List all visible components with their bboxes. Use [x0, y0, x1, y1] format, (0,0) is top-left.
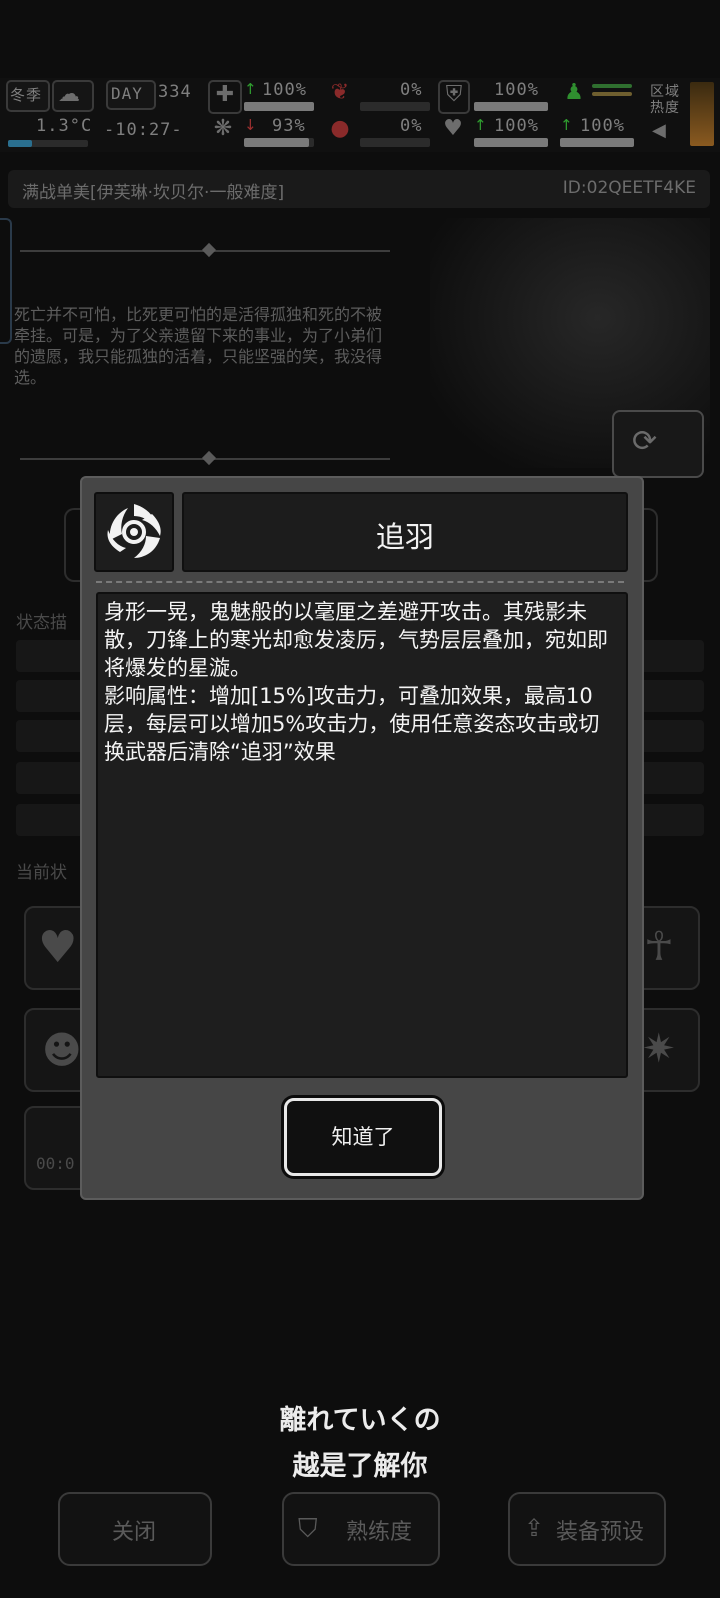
- zone-heat-label: 区域 热度: [650, 84, 680, 116]
- armor-bar: [474, 102, 548, 111]
- equipment-preset-button[interactable]: ⇪ 装备预设: [508, 1492, 666, 1566]
- armor-icon: ⛨: [438, 80, 470, 114]
- temperature-readout: 1.3°C: [36, 116, 93, 136]
- close-button-label: 关闭: [112, 1520, 157, 1545]
- brain-icon: ❋: [213, 116, 233, 141]
- status-description-label: 状态描: [16, 613, 67, 633]
- zone-heat-meter: [690, 82, 714, 146]
- refresh-shirt-icon: ⟳: [632, 424, 658, 459]
- close-button[interactable]: 关闭: [58, 1492, 212, 1566]
- stamina-bar: [560, 138, 634, 147]
- medkit-icon: ✚: [208, 80, 242, 114]
- boot-icon: ♟: [564, 80, 584, 105]
- swap-outfit-button[interactable]: ⟳: [612, 410, 704, 478]
- trend-up-icon: ↑: [474, 116, 487, 134]
- preset-icon: ⇪: [524, 1514, 545, 1542]
- side-drawer-handle[interactable]: [0, 218, 12, 344]
- blood-drop-icon: ●: [330, 116, 350, 141]
- equipment-preset-button-label: 装备预设: [556, 1520, 645, 1545]
- dashed-divider: [96, 581, 624, 583]
- day-badge: DAY: [106, 80, 156, 110]
- proficiency-button-label: 熟练度: [346, 1520, 413, 1545]
- current-status-label: 当前状: [16, 863, 67, 883]
- bleed-bar: [360, 138, 430, 147]
- heart-value: 100%: [494, 116, 539, 136]
- season-badge: 冬季: [6, 80, 50, 112]
- sanity-value: 93%: [272, 116, 306, 136]
- skill-name: 追羽: [375, 520, 434, 554]
- subtitle-line-2: 越是了解你: [292, 1451, 428, 1482]
- character-quote: 死亡并不可怕，比死更可怕的是活得孤独和死的不被牵挂。可是，为了父亲遗留下来的事业…: [14, 305, 383, 387]
- trend-up-icon: ↑: [244, 80, 257, 98]
- skill-name-frame: 追羽: [182, 492, 628, 572]
- proficiency-button[interactable]: ⛉ 熟练度: [282, 1492, 440, 1566]
- clock-readout: -10:27-: [104, 120, 183, 140]
- day-label: DAY: [111, 84, 143, 103]
- stomach-icon: ❦: [330, 80, 350, 105]
- acknowledge-button[interactable]: 知道了: [284, 1098, 442, 1176]
- health-bar: [244, 102, 314, 111]
- sanity-bar: [244, 138, 314, 147]
- trend-down-icon: ↓: [244, 116, 257, 134]
- proficiency-icon: ⛉: [298, 1514, 318, 1544]
- character-title: 满战单美[伊芙琳·坎贝尔·一般难度]: [22, 183, 285, 203]
- hunger-bar: [360, 102, 430, 111]
- acknowledge-button-label: 知道了: [331, 1125, 395, 1149]
- heart-bar: [474, 138, 548, 147]
- bleed-value: 0%: [400, 116, 423, 136]
- heart-icon: ♥: [443, 116, 463, 141]
- skill-icon-frame: [94, 492, 174, 572]
- armor-value: 100%: [494, 80, 539, 100]
- cloud-icon: ☁: [52, 80, 94, 112]
- character-title-bar: 满战单美[伊芙琳·坎贝尔·一般难度] ID:02QEETF4KE: [8, 170, 710, 208]
- boot-level-bar: [592, 84, 632, 88]
- health-value: 100%: [262, 80, 307, 100]
- skill-description-panel: 身形一晃，鬼魅般的以毫厘之差避开攻击。其残影未散，刀锋上的寒光却愈发凌厉，气势层…: [96, 592, 628, 1078]
- shuriken-swirl-icon: [107, 504, 161, 558]
- temperature-bar: [8, 140, 88, 147]
- character-id: ID:02QEETF4KE: [562, 178, 696, 198]
- boot-level-bar: [592, 92, 632, 96]
- speaker-icon[interactable]: ◀: [652, 120, 666, 141]
- season-label: 冬季: [10, 86, 43, 104]
- hunger-value: 0%: [400, 80, 423, 100]
- status-hud: 冬季 ☁ 1.3°C DAY 334 -10:27- ✚ ↑ 100% ❋ ↓ …: [0, 78, 720, 152]
- day-number: 334: [158, 82, 192, 102]
- ornament-diamond: [201, 242, 217, 258]
- trend-up-icon: ↑: [560, 116, 573, 134]
- subtitle-line-1: 離れていくの: [279, 1405, 441, 1436]
- ornament-diamond: [201, 450, 217, 466]
- skill-description: 身形一晃，鬼魅般的以毫厘之差避开攻击。其残影未散，刀锋上的寒光却愈发凌厉，气势层…: [104, 600, 608, 764]
- stamina-value: 100%: [580, 116, 625, 136]
